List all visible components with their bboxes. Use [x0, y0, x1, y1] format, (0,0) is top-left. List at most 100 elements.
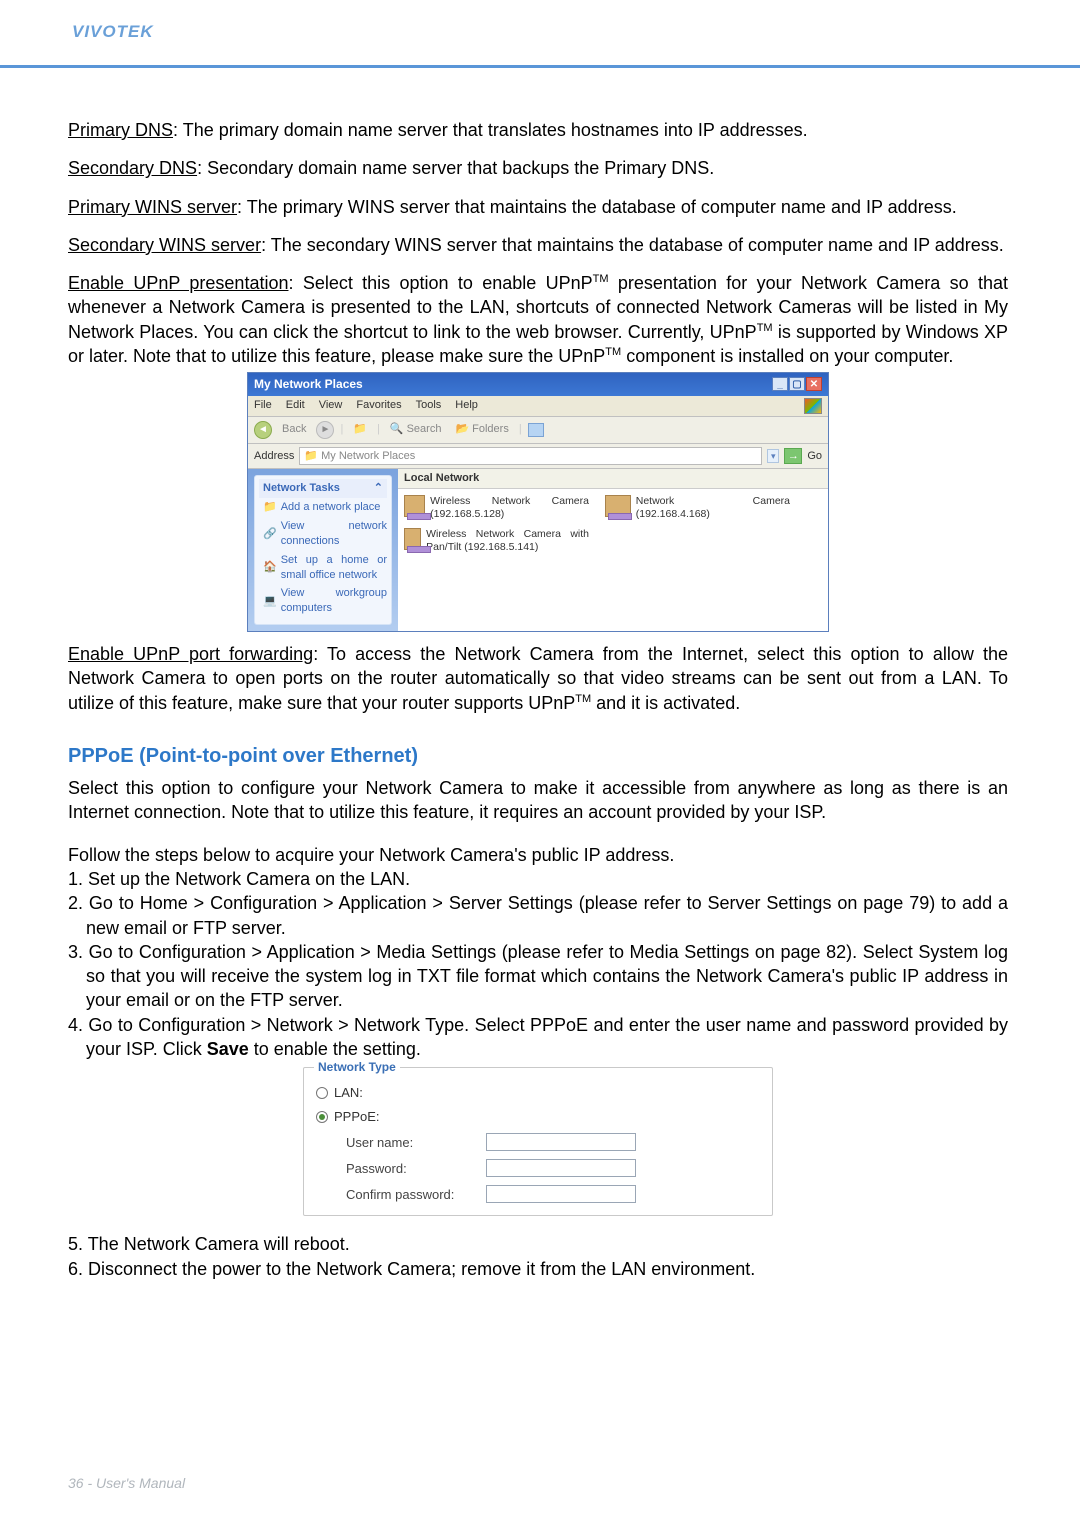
- upnp-port-b: and it is activated.: [591, 693, 740, 713]
- window-title: My Network Places: [254, 376, 363, 392]
- menu-view[interactable]: View: [319, 398, 343, 414]
- step-4: 4. Go to Configuration > Network > Netwo…: [68, 1013, 1008, 1062]
- username-label: User name:: [346, 1134, 486, 1152]
- task-add-place[interactable]: 📁 Add a network place: [259, 498, 387, 517]
- group-local-network: Local Network: [398, 469, 828, 489]
- views-icon[interactable]: [528, 423, 544, 437]
- up-icon[interactable]: 📁: [349, 421, 371, 438]
- text-primary-dns: : The primary domain name server that tr…: [173, 120, 808, 140]
- menu-tools[interactable]: Tools: [416, 398, 442, 414]
- address-bar: Address 📁 My Network Places ▾ → Go: [248, 444, 828, 470]
- tm1: TM: [593, 273, 609, 285]
- password-label: Password:: [346, 1160, 486, 1178]
- para-upnp-port: Enable UPnP port forwarding: To access t…: [68, 642, 1008, 715]
- step-1: 1. Set up the Network Camera on the LAN.: [68, 867, 1008, 891]
- step-6: 6. Disconnect the power to the Network C…: [68, 1257, 1008, 1281]
- username-input[interactable]: [486, 1133, 636, 1151]
- page-header: VIVOTEK: [0, 0, 1080, 68]
- text-secondary-wins: : The secondary WINS server that maintai…: [261, 235, 1004, 255]
- confirm-label: Confirm password:: [346, 1186, 486, 1204]
- window-body: Network Tasks⌃ 📁 Add a network place 🔗 V…: [248, 469, 828, 631]
- pppoe-intro: Select this option to configure your Net…: [68, 776, 1008, 825]
- radio-pppoe-row[interactable]: PPPoE:: [316, 1108, 760, 1126]
- page-footer: 36 - User's Manual: [68, 1474, 185, 1493]
- device-label: Wireless Network Camera with Pan/Tilt (1…: [426, 528, 589, 553]
- device-label: Wireless Network Camera (192.168.5.128): [430, 495, 589, 520]
- label-primary-wins: Primary WINS server: [68, 197, 237, 217]
- task-view-workgroup[interactable]: 💻 View workgroup computers: [259, 584, 387, 618]
- lan-label: LAN:: [334, 1084, 363, 1102]
- section-pppoe-title: PPPoE (Point-to-point over Ethernet): [68, 743, 1008, 770]
- radio-lan-row[interactable]: LAN:: [316, 1084, 760, 1102]
- address-label: Address: [254, 449, 294, 464]
- search-label: Search: [407, 422, 442, 437]
- menu-help[interactable]: Help: [455, 398, 478, 414]
- device-label: Network Camera (192.168.4.168): [636, 495, 790, 520]
- upnp-pres-d: component is installed on your computer.: [621, 346, 953, 366]
- menu-favorites[interactable]: Favorites: [356, 398, 401, 414]
- window-close-icon[interactable]: ✕: [806, 377, 822, 391]
- back-label[interactable]: Back: [278, 421, 310, 438]
- step4-c: to enable the setting.: [249, 1039, 421, 1059]
- menu-edit[interactable]: Edit: [286, 398, 305, 414]
- label-upnp-pres: Enable UPnP presentation: [68, 273, 288, 293]
- camera-icon: [404, 495, 425, 517]
- task-view-connections[interactable]: 🔗 View network connections: [259, 517, 387, 551]
- explorer-window: My Network Places _ ▢ ✕ File Edit View F…: [247, 372, 829, 632]
- radio-pppoe[interactable]: [316, 1111, 328, 1123]
- collapse-icon[interactable]: ⌃: [374, 481, 383, 496]
- device-item[interactable]: Wireless Network Camera (192.168.5.128): [404, 495, 589, 520]
- tasks-panel: Network Tasks⌃ 📁 Add a network place 🔗 V…: [248, 469, 398, 631]
- step4-save: Save: [207, 1039, 249, 1059]
- page-content: Primary DNS: The primary domain name ser…: [0, 68, 1080, 1301]
- confirm-row: Confirm password:: [346, 1185, 760, 1203]
- text-secondary-dns: : Secondary domain name server that back…: [197, 158, 714, 178]
- window-max-icon[interactable]: ▢: [789, 377, 805, 391]
- search-btn[interactable]: 🔍 Search: [386, 421, 446, 438]
- folders-label: Folders: [472, 422, 509, 437]
- network-type-legend: Network Type: [314, 1059, 400, 1075]
- go-label[interactable]: Go: [807, 449, 822, 464]
- step-5: 5. The Network Camera will reboot.: [68, 1232, 1008, 1256]
- back-icon[interactable]: ◄: [254, 421, 272, 439]
- para-upnp-presentation: Enable UPnP presentation: Select this op…: [68, 271, 1008, 368]
- label-upnp-port: Enable UPnP port forwarding: [68, 644, 313, 664]
- device-item[interactable]: Wireless Network Camera with Pan/Tilt (1…: [404, 528, 589, 553]
- text-primary-wins: : The primary WINS server that maintains…: [237, 197, 957, 217]
- step-3: 3. Go to Configuration > Application > M…: [68, 940, 1008, 1013]
- password-row: Password:: [346, 1159, 760, 1177]
- confirm-input[interactable]: [486, 1185, 636, 1203]
- window-buttons: _ ▢ ✕: [772, 377, 822, 391]
- window-menubar: File Edit View Favorites Tools Help: [248, 396, 828, 417]
- menu-file[interactable]: File: [254, 398, 272, 414]
- brand-logo: VIVOTEK: [72, 21, 154, 44]
- address-input[interactable]: 📁 My Network Places: [299, 447, 762, 466]
- username-row: User name:: [346, 1133, 760, 1151]
- label-primary-dns: Primary DNS: [68, 120, 173, 140]
- windows-logo-icon: [804, 398, 822, 414]
- window-toolbar: ◄ Back ► | 📁 | 🔍 Search 📂 Folders |: [248, 417, 828, 444]
- forward-icon[interactable]: ►: [316, 421, 334, 439]
- network-type-panel: Network Type LAN: PPPoE: User name: Pass…: [303, 1067, 773, 1216]
- window-min-icon[interactable]: _: [772, 377, 788, 391]
- pppoe-label: PPPoE:: [334, 1108, 380, 1126]
- label-secondary-dns: Secondary DNS: [68, 158, 197, 178]
- device-item[interactable]: Network Camera (192.168.4.168): [605, 495, 790, 520]
- radio-lan[interactable]: [316, 1087, 328, 1099]
- upnp-pres-a: : Select this option to enable UPnP: [288, 273, 592, 293]
- tasks-title[interactable]: Network Tasks⌃: [259, 479, 387, 498]
- window-main: Local Network Wireless Network Camera (1…: [398, 469, 828, 631]
- tm4: TM: [575, 693, 591, 705]
- password-input[interactable]: [486, 1159, 636, 1177]
- window-titlebar: My Network Places _ ▢ ✕: [248, 373, 828, 395]
- para-primary-wins: Primary WINS server: The primary WINS se…: [68, 195, 1008, 219]
- pppoe-follow: Follow the steps below to acquire your N…: [68, 843, 1008, 867]
- para-secondary-dns: Secondary DNS: Secondary domain name ser…: [68, 156, 1008, 180]
- para-secondary-wins: Secondary WINS server: The secondary WIN…: [68, 233, 1008, 257]
- go-icon[interactable]: →: [784, 448, 802, 464]
- task-setup-network[interactable]: 🏠 Set up a home or small office network: [259, 551, 387, 585]
- para-primary-dns: Primary DNS: The primary domain name ser…: [68, 118, 1008, 142]
- address-dropdown-icon[interactable]: ▾: [767, 449, 779, 463]
- folders-btn[interactable]: 📂 Folders: [451, 421, 512, 438]
- address-value: My Network Places: [321, 450, 415, 462]
